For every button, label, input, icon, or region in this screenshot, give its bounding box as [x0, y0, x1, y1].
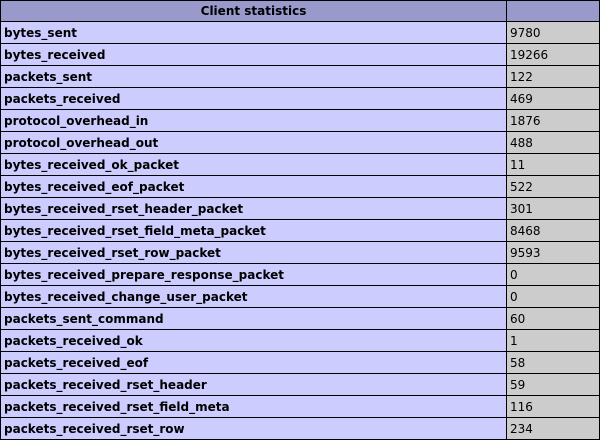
stat-value: 58 — [507, 352, 599, 373]
stat-value: 9780 — [507, 22, 599, 43]
stat-name: bytes_received_rset_header_packet — [1, 198, 506, 219]
stat-name: packets_received_ok — [1, 330, 506, 351]
table-row: bytes_received_prepare_response_packet 0 — [1, 264, 599, 285]
stat-name: bytes_sent — [1, 22, 506, 43]
stat-value: 1876 — [507, 110, 599, 131]
stat-value: 59 — [507, 374, 599, 395]
table-row: packets_sent_command 60 — [1, 308, 599, 329]
table-body: bytes_sent 9780 bytes_received 19266 packets… — [1, 22, 599, 439]
table-row: protocol_overhead_in 1876 — [1, 110, 599, 131]
stat-value: 1 — [507, 330, 599, 351]
stat-value: 9593 — [507, 242, 599, 263]
stat-name: bytes_received_ok_packet — [1, 154, 506, 175]
stat-value: 11 — [507, 154, 599, 175]
stat-name: bytes_received_rset_row_packet — [1, 242, 506, 263]
value-column-header — [507, 1, 599, 21]
stat-name: packets_received — [1, 88, 506, 109]
stat-value: 301 — [507, 198, 599, 219]
table-row: packets_received 469 — [1, 88, 599, 109]
stat-value: 19266 — [507, 44, 599, 65]
client-statistics-table: Client statistics bytes_sent 9780 bytes_re… — [0, 0, 600, 440]
table-header-row: Client statistics — [1, 1, 599, 21]
stat-name: packets_sent — [1, 66, 506, 87]
table-row: bytes_received_rset_field_meta_packet 846… — [1, 220, 599, 241]
stat-value: 488 — [507, 132, 599, 153]
stat-name: bytes_received_rset_field_meta_packet — [1, 220, 506, 241]
table-row: packets_received_eof 58 — [1, 352, 599, 373]
table-row: bytes_received_rset_row_packet 9593 — [1, 242, 599, 263]
table-row: bytes_received_rset_header_packet 301 — [1, 198, 599, 219]
table-title: Client statistics — [1, 1, 506, 21]
stat-name: bytes_received_eof_packet — [1, 176, 506, 197]
stat-value: 234 — [507, 418, 599, 439]
stat-name: packets_received_rset_field_meta — [1, 396, 506, 417]
table-row: bytes_received_change_user_packet 0 — [1, 286, 599, 307]
table-row: packets_received_rset_row 234 — [1, 418, 599, 439]
stat-name: packets_received_rset_header — [1, 374, 506, 395]
table-row: bytes_received_ok_packet 11 — [1, 154, 599, 175]
table-row: bytes_sent 9780 — [1, 22, 599, 43]
stat-value: 60 — [507, 308, 599, 329]
table-row: packets_received_rset_header 59 — [1, 374, 599, 395]
stat-name: bytes_received_prepare_response_packet — [1, 264, 506, 285]
table-row: protocol_overhead_out 488 — [1, 132, 599, 153]
stat-name: protocol_overhead_out — [1, 132, 506, 153]
table-row: packets_received_ok 1 — [1, 330, 599, 351]
stat-value: 8468 — [507, 220, 599, 241]
stat-name: bytes_received — [1, 44, 506, 65]
stat-name: packets_received_eof — [1, 352, 506, 373]
table-row: packets_sent 122 — [1, 66, 599, 87]
stat-value: 522 — [507, 176, 599, 197]
stat-name: bytes_received_change_user_packet — [1, 286, 506, 307]
stat-value: 0 — [507, 264, 599, 285]
table-row: bytes_received 19266 — [1, 44, 599, 65]
table-row: packets_received_rset_field_meta 116 — [1, 396, 599, 417]
stat-value: 0 — [507, 286, 599, 307]
stat-value: 122 — [507, 66, 599, 87]
table-row: bytes_received_eof_packet 522 — [1, 176, 599, 197]
stat-value: 116 — [507, 396, 599, 417]
stat-name: packets_sent_command — [1, 308, 506, 329]
stat-name: protocol_overhead_in — [1, 110, 506, 131]
stat-name: packets_received_rset_row — [1, 418, 506, 439]
stat-value: 469 — [507, 88, 599, 109]
